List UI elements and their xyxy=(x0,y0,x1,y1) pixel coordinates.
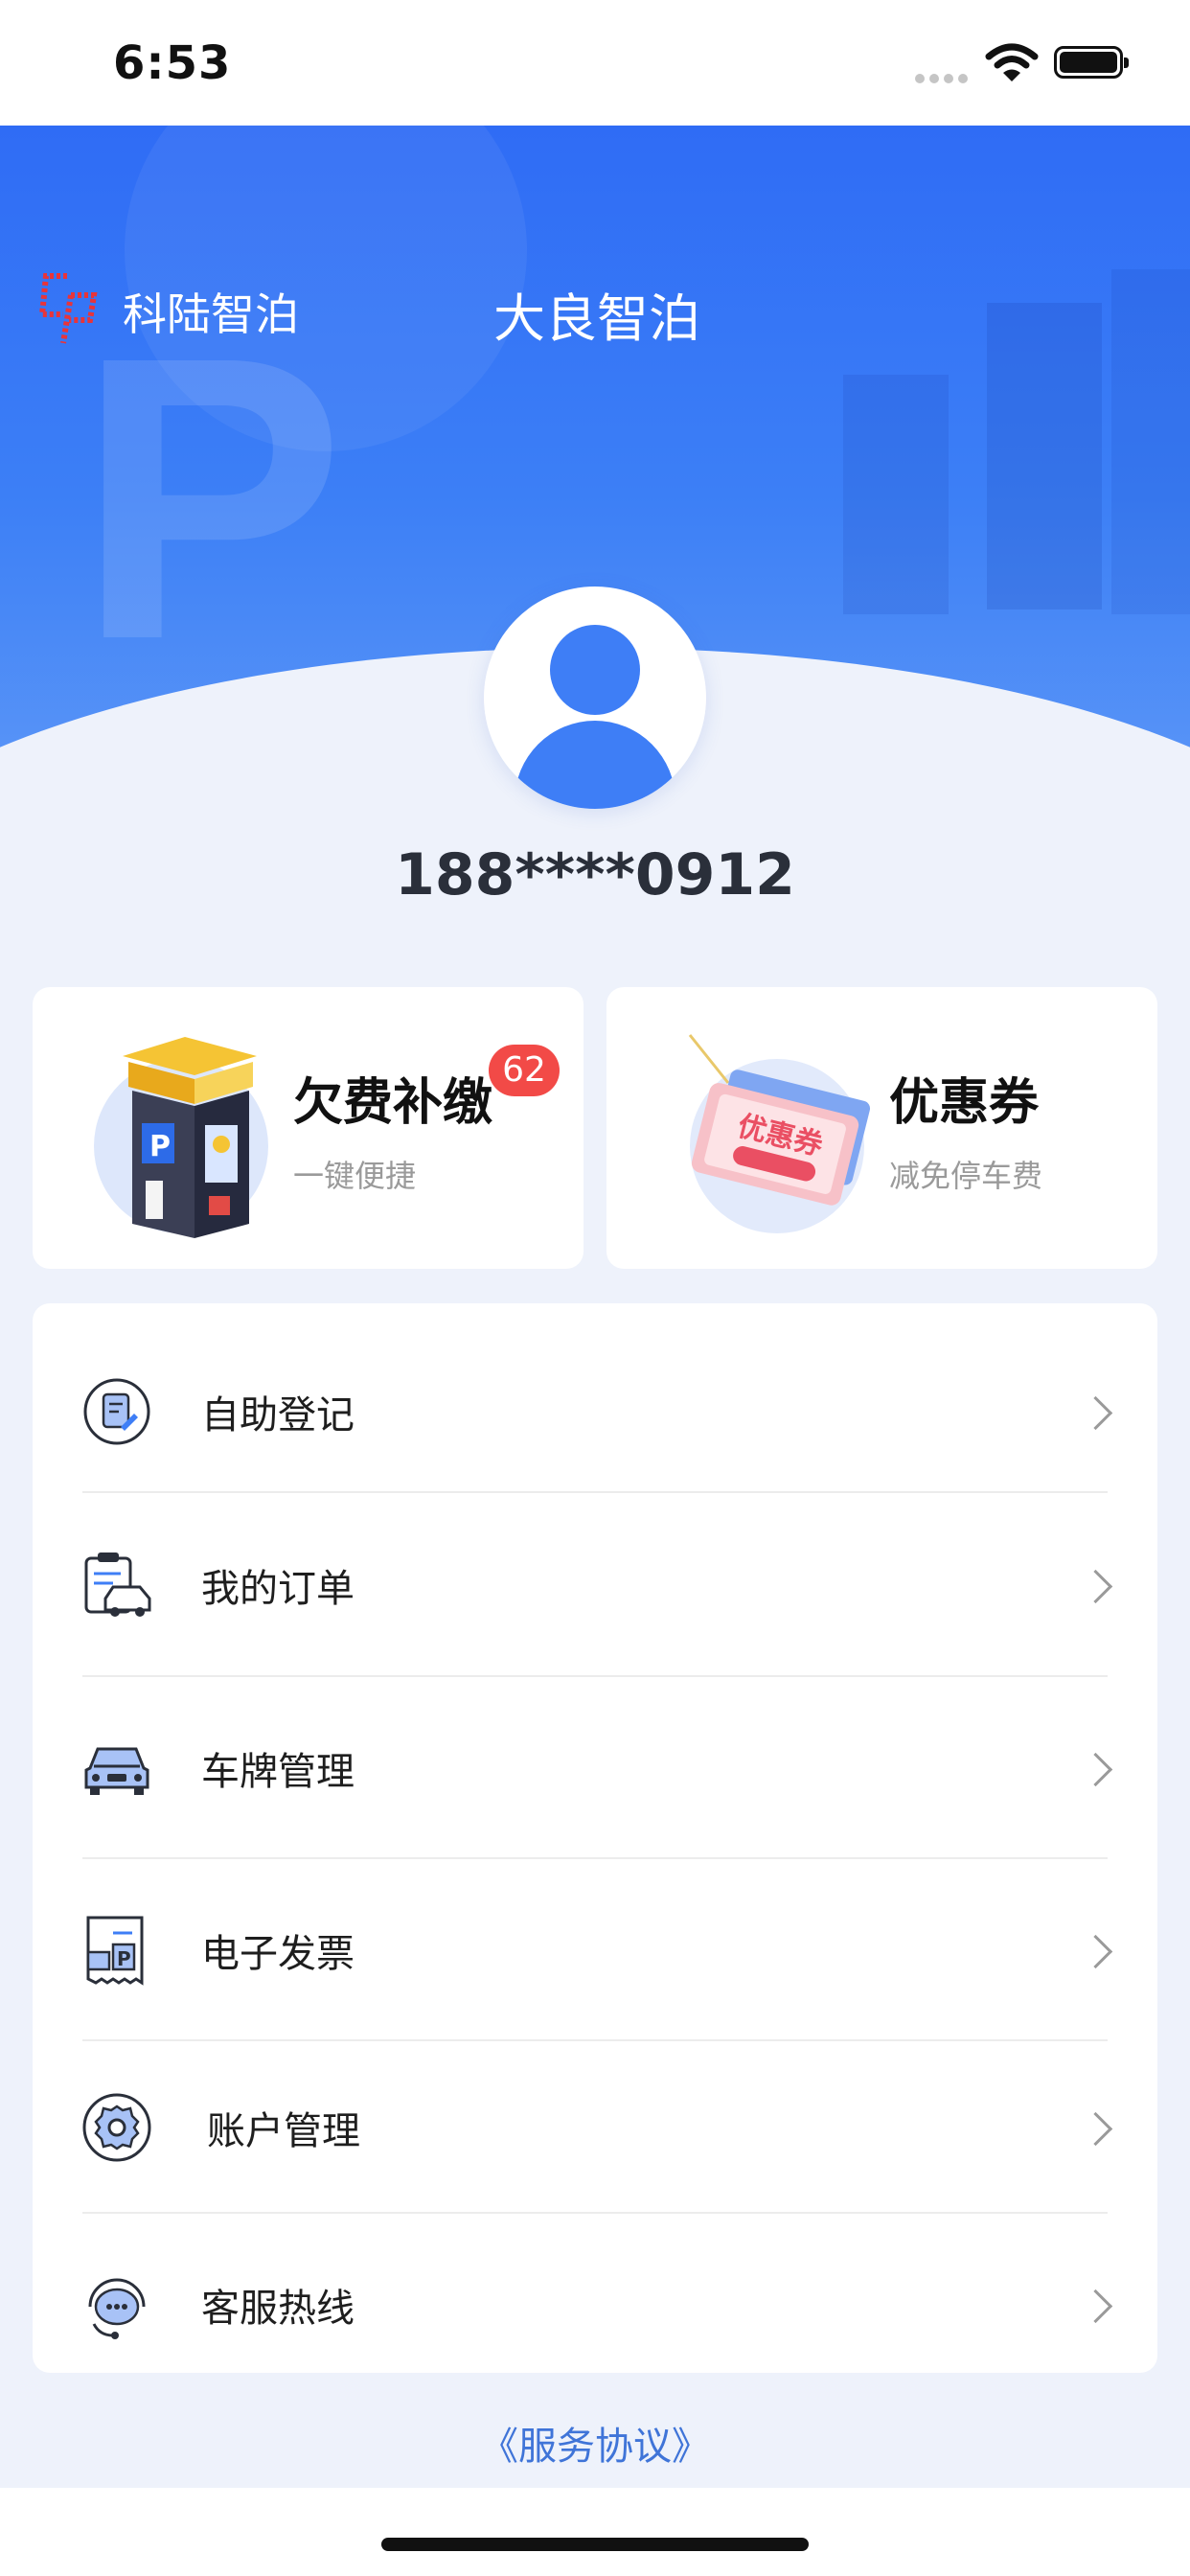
home-indicator[interactable] xyxy=(381,2538,809,2551)
cellular-signal-icon xyxy=(915,69,973,83)
building-decoration xyxy=(1111,269,1190,614)
wifi-icon xyxy=(985,43,1039,81)
menu-item-self-registration[interactable]: 自助登记 xyxy=(33,1330,1157,1493)
brand-logo-icon xyxy=(38,273,98,344)
menu-item-label: 客服热线 xyxy=(201,2287,355,2331)
arrears-title: 欠费补缴 xyxy=(293,1074,493,1132)
menu-item-label: 自助登记 xyxy=(201,1393,355,1438)
menu-item-plate-management[interactable]: 车牌管理 xyxy=(33,1677,1157,1859)
status-time: 6:53 xyxy=(113,36,232,90)
parking-p-watermark-icon: P xyxy=(77,274,346,724)
menu-item-e-invoice[interactable]: P 电子发票 xyxy=(33,1859,1157,2041)
coupon-subtitle: 减免停车费 xyxy=(889,1158,1043,1194)
menu-item-label: 账户管理 xyxy=(207,2109,360,2153)
menu-item-customer-service[interactable]: 客服热线 xyxy=(33,2214,1157,2396)
arrears-count-badge: 62 xyxy=(489,1045,560,1096)
chevron-right-icon xyxy=(1078,2288,1113,2324)
chevron-right-icon xyxy=(1078,1752,1113,1787)
avatar-head xyxy=(550,625,640,715)
form-icon xyxy=(83,1378,150,1445)
chevron-right-icon xyxy=(1078,1395,1113,1431)
chevron-right-icon xyxy=(1078,1569,1113,1604)
gear-icon xyxy=(82,2093,151,2162)
menu-list: 自助登记 我的订单 车牌管理 P 电子发票 账户管理 客服热线 xyxy=(33,1303,1157,2373)
invoice-icon: P xyxy=(86,1916,144,1986)
coupon-ticket-icon: 优惠券 xyxy=(688,1034,871,1206)
menu-item-label: 我的订单 xyxy=(201,1567,355,1611)
svg-text:P: P xyxy=(149,1130,171,1163)
home-indicator-area xyxy=(0,2488,1190,2576)
status-bar: 6:53 xyxy=(0,0,1190,126)
building-decoration xyxy=(987,303,1102,610)
building-decoration xyxy=(843,375,949,614)
avatar[interactable] xyxy=(484,586,706,809)
arrears-subtitle: 一键便捷 xyxy=(293,1158,417,1194)
avatar-body xyxy=(515,721,675,809)
chevron-right-icon xyxy=(1078,1934,1113,1969)
svg-text:P: P xyxy=(117,1947,131,1970)
brand-name: 科陆智泊 xyxy=(123,288,299,340)
parking-kiosk-icon: P xyxy=(123,1037,257,1238)
menu-item-label: 车牌管理 xyxy=(201,1750,355,1794)
service-agreement-link[interactable]: 《服务协议》 xyxy=(0,2415,1190,2471)
headset-chat-icon xyxy=(88,2278,146,2339)
coupon-title: 优惠券 xyxy=(889,1074,1040,1132)
menu-item-account-management[interactable]: 账户管理 xyxy=(33,2041,1157,2214)
chevron-right-icon xyxy=(1078,2111,1113,2147)
menu-item-my-orders[interactable]: 我的订单 xyxy=(33,1493,1157,1677)
page-title: 大良智泊 xyxy=(493,288,700,349)
order-car-icon xyxy=(84,1552,151,1617)
menu-item-label: 电子发票 xyxy=(201,1932,355,1976)
battery-icon xyxy=(1054,46,1129,79)
user-phone-number: 188****0912 xyxy=(395,841,795,908)
car-icon xyxy=(84,1747,149,1795)
